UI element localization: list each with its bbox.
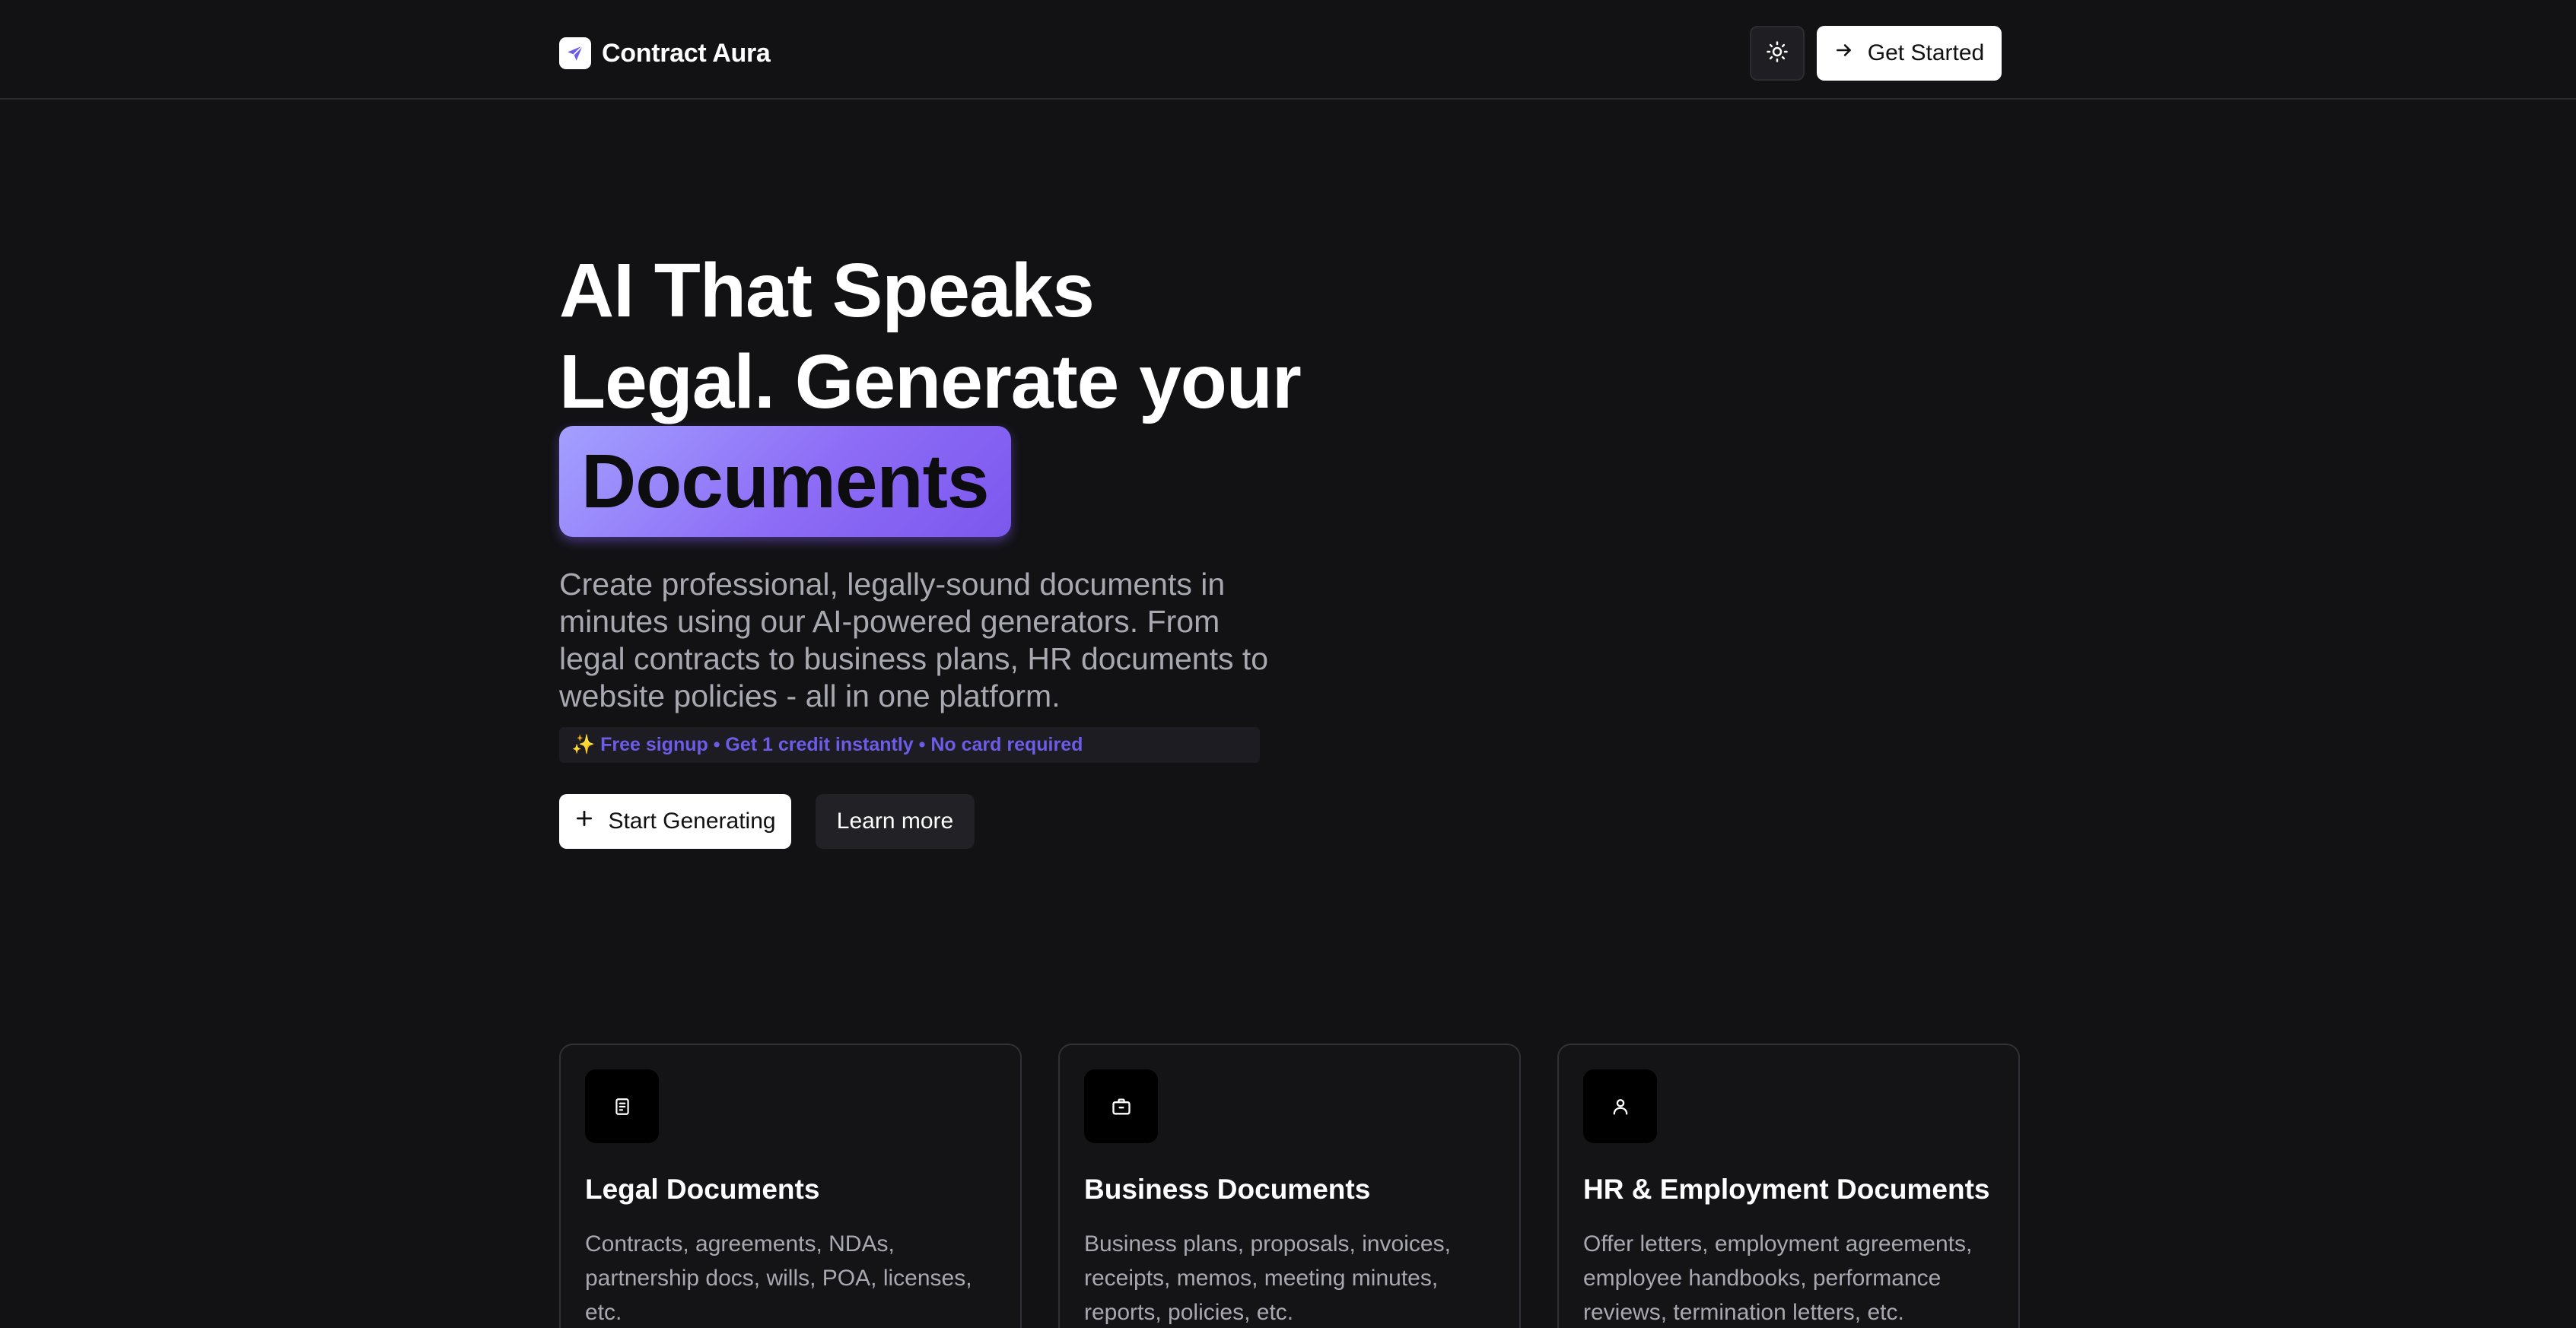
briefcase-icon — [1084, 1069, 1158, 1143]
top-navbar: Contract Aura Get Started — [0, 0, 2576, 100]
card-description: Contracts, agreements, NDAs, partnership… — [585, 1231, 972, 1325]
landing-page: Contract Aura Get Started AI That Speaks… — [0, 0, 2576, 1328]
document-icon — [585, 1069, 659, 1143]
hero-title-line-2: Legal. Generate your — [559, 339, 1302, 424]
start-generating-label: Start Generating — [608, 809, 776, 834]
card-title: HR & Employment Documents — [1583, 1174, 1990, 1205]
feature-card-hr[interactable]: HR & Employment Documents Offer letters,… — [1557, 1044, 2020, 1328]
user-icon — [1583, 1069, 1657, 1143]
card-title: Business Documents — [1084, 1174, 1371, 1205]
brand-name: Contract Aura — [602, 38, 771, 68]
start-generating-button[interactable]: Start Generating — [559, 794, 791, 849]
theme-toggle-button[interactable] — [1750, 26, 1805, 81]
hero-title-line-1: AI That Speaks — [559, 248, 1095, 333]
hero-title: AI That Speaks Legal. Generate your — [559, 245, 1396, 427]
feature-card-legal[interactable]: Legal Documents Contracts, agreements, N… — [559, 1044, 1022, 1328]
sun-icon — [1766, 40, 1789, 67]
brand[interactable]: Contract Aura — [559, 36, 771, 71]
learn-more-button[interactable]: Learn more — [816, 794, 975, 849]
card-title: Legal Documents — [585, 1174, 820, 1205]
hero-title-highlight: Documents — [559, 426, 1011, 537]
hero-title-highlight-text: Documents — [581, 439, 990, 524]
get-started-button[interactable]: Get Started — [1817, 26, 2002, 81]
card-description: Offer letters, employment agreements, em… — [1583, 1231, 1973, 1325]
paper-plane-icon — [559, 37, 591, 69]
get-started-label: Get Started — [1867, 40, 1985, 65]
plus-icon — [574, 809, 594, 834]
hero-description: Create professional, legally-sound docum… — [559, 567, 1269, 713]
promo-badge: ✨ Free signup • Get 1 credit instantly •… — [559, 727, 1260, 763]
card-description: Business plans, proposals, invoices, rec… — [1084, 1231, 1451, 1325]
arrow-right-icon — [1834, 40, 1854, 66]
feature-card-business[interactable]: Business Documents Business plans, propo… — [1058, 1044, 1521, 1328]
